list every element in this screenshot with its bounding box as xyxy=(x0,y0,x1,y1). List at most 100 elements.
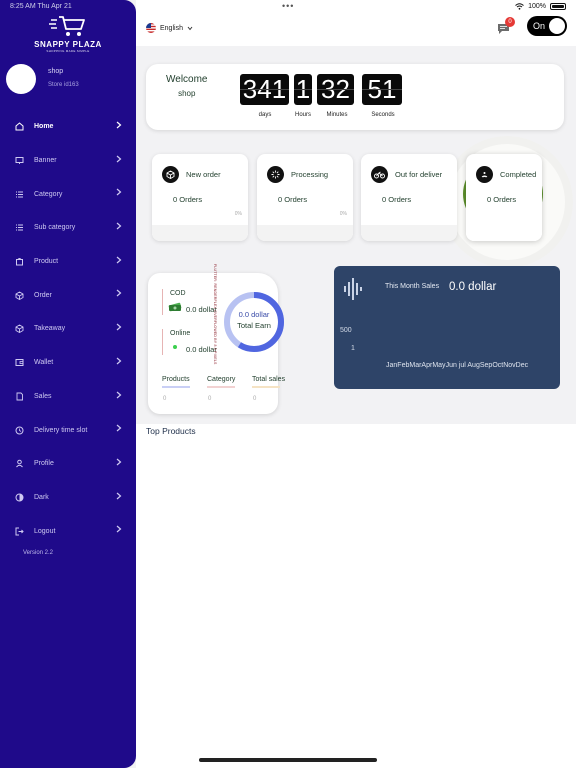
welcome-store: shop xyxy=(178,89,196,98)
chevron-right-icon xyxy=(116,525,122,533)
sidebar-item-label: Order xyxy=(34,291,52,299)
x-tick-label: Jun xyxy=(445,362,457,369)
app-version: Version 2.2 xyxy=(23,550,54,556)
chevron-right-icon xyxy=(116,155,122,163)
monthly-sales-card: This Month Sales 0.0 dollar 500 1 JanFeb… xyxy=(334,266,560,389)
language-selector[interactable]: English xyxy=(146,23,193,33)
sidebar-item-label: Wallet xyxy=(34,359,54,367)
sidebar-item-home[interactable]: Home xyxy=(0,110,136,144)
status-time: 8:25 AM Thu Apr 21 xyxy=(10,3,72,10)
sidebar-item-delivery-time-slot[interactable]: Delivery time slot xyxy=(0,413,136,447)
total-earn-value: 0.0 dollar xyxy=(238,310,270,319)
order-status-bar xyxy=(257,225,353,241)
sidebar-item-label: Takeaway xyxy=(34,325,66,333)
sidebar-item-profile[interactable]: Profile xyxy=(0,447,136,481)
x-tick-label: jul xyxy=(458,362,466,369)
multitask-dots-icon[interactable]: ••• xyxy=(282,1,294,11)
x-tick-label: Nov xyxy=(503,362,516,369)
countdown-hours: 1 xyxy=(294,74,312,105)
sidebar-item-sub-category[interactable]: Sub category xyxy=(0,211,136,245)
clock-icon xyxy=(14,425,24,435)
content-background xyxy=(136,424,576,768)
wallet-icon xyxy=(14,358,24,368)
sidebar-item-sales[interactable]: Sales xyxy=(0,380,136,414)
sidebar-item-logout[interactable]: Logout xyxy=(0,514,136,548)
sidebar-item-dark[interactable]: Dark xyxy=(0,481,136,515)
cod-divider xyxy=(162,289,163,315)
top-products-heading: Top Products xyxy=(146,426,196,436)
countdown-minutes: 32 xyxy=(317,74,354,105)
store-name: shop xyxy=(48,68,64,75)
countdown-minutes-label: Minutes xyxy=(326,112,348,118)
list-icon xyxy=(14,223,24,233)
sidebar-item-order[interactable]: Order xyxy=(0,278,136,312)
bag-icon xyxy=(14,257,24,267)
list-icon xyxy=(14,189,24,199)
sound-wave-icon xyxy=(344,278,362,300)
order-status-title: Completed xyxy=(500,170,537,179)
order-status-card-completed[interactable]: Completed 0 Orders xyxy=(466,154,542,241)
tab-category-underline xyxy=(207,386,235,388)
order-status-card-processing[interactable]: Processing 0 Orders 0% xyxy=(257,154,353,241)
countdown-seconds: 51 xyxy=(362,74,402,105)
box-icon xyxy=(14,324,24,334)
tab-total-sales[interactable]: Total sales xyxy=(252,376,285,383)
tab-products-value: 0 xyxy=(163,396,167,402)
status-right: 100% xyxy=(515,3,566,10)
sidebar-item-category[interactable]: Category xyxy=(0,177,136,211)
overflow-warning: FLUTTER: RENDERFLEX OVERFLOWED BY 8.9 PI… xyxy=(213,264,217,365)
y-tick-label: 500 xyxy=(340,327,352,334)
battery-percent: 100% xyxy=(528,3,546,10)
tab-products[interactable]: Products xyxy=(162,376,190,383)
sidebar-item-label: Banner xyxy=(34,157,57,165)
toggle-knob xyxy=(549,18,565,34)
sidebar-item-banner[interactable]: Banner xyxy=(0,144,136,178)
language-label: English xyxy=(160,24,183,32)
tab-total-sales-underline xyxy=(252,386,280,388)
chevron-down-icon xyxy=(187,26,193,30)
chevron-right-icon xyxy=(116,357,122,365)
sidebar-item-label: Sub category xyxy=(34,224,76,232)
chevron-right-icon xyxy=(116,424,122,432)
status-bar: 8:25 AM Thu Apr 21 ••• 100% xyxy=(0,0,576,14)
chevron-right-icon xyxy=(116,121,122,129)
chevron-right-icon xyxy=(116,222,122,230)
sidebar-item-product[interactable]: Product xyxy=(0,245,136,279)
logout-icon xyxy=(14,526,24,536)
box-icon xyxy=(14,290,24,300)
order-status-card-out-for-delivery[interactable]: Out for deliver 0 Orders xyxy=(361,154,457,241)
countdown-hours-label: Hours xyxy=(294,112,311,118)
order-status-count: 0 Orders xyxy=(487,195,517,204)
tab-products-underline xyxy=(162,386,190,388)
cash-icon xyxy=(168,302,182,312)
cube-icon xyxy=(162,166,179,183)
chevron-right-icon xyxy=(116,458,122,466)
x-tick-label: Mar xyxy=(409,362,422,369)
sidebar-item-label: Product xyxy=(34,258,59,266)
month-axis: JanFebMarAprMayJun jul AugSepOctNovDec xyxy=(386,362,528,369)
order-status-percent: 0% xyxy=(234,211,242,217)
sidebar-item-label: Sales xyxy=(34,392,52,400)
tab-category-value: 0 xyxy=(208,396,212,402)
sales-value: 0.0 dollar xyxy=(449,281,497,293)
sidebar-item-wallet[interactable]: Wallet xyxy=(0,346,136,380)
avatar[interactable] xyxy=(6,64,36,94)
chevron-right-icon xyxy=(116,492,122,500)
x-tick-label: Aug xyxy=(467,362,480,369)
us-flag-icon xyxy=(146,23,156,33)
store-open-toggle[interactable]: On xyxy=(527,16,567,36)
toggle-label: On xyxy=(533,21,546,31)
sidebar-item-takeaway[interactable]: Takeaway xyxy=(0,312,136,346)
user-icon xyxy=(14,459,24,469)
brand-tagline: SHOPPING MADE SIMPLE xyxy=(46,49,90,53)
monitor-icon xyxy=(14,156,24,166)
order-status-card-new[interactable]: New order 0 Orders 0% xyxy=(152,154,248,241)
order-status-bar xyxy=(466,225,542,241)
sidebar-item-label: Logout xyxy=(34,527,56,535)
sidebar-nav: Home Banner Category Sub category Produc… xyxy=(0,110,136,548)
sidebar: SNAPPY PLAZA SHOPPING MADE SIMPLE shop S… xyxy=(0,0,136,768)
signal-icon xyxy=(476,166,493,183)
tab-category[interactable]: Category xyxy=(207,376,235,383)
home-indicator[interactable] xyxy=(199,758,377,762)
order-status-count: 0 Orders xyxy=(278,195,308,204)
